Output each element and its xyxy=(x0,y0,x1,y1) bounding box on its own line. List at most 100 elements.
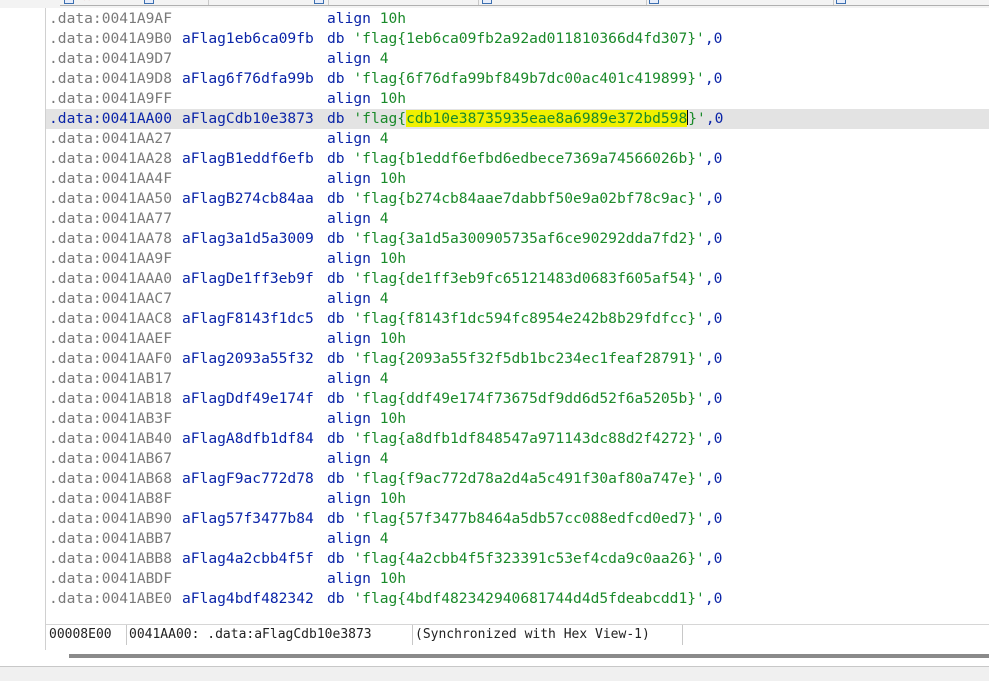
row-label[interactable]: aFlagF8143f1dc5 xyxy=(182,309,314,329)
listing-row[interactable]: .data:0041AA50 aFlagB274cb84aa db 'flag{b2… xyxy=(46,189,989,209)
row-instruction: db 'flag{2093a55f32f5db1bc234ec1feaf2879… xyxy=(327,349,722,369)
listing-row[interactable]: .data:0041AB67 align 4 xyxy=(46,449,989,469)
close-icon[interactable]: ✕ xyxy=(78,0,91,4)
row-instruction: align 10h xyxy=(327,249,406,269)
listing-row[interactable]: .data:0041AB90 aFlag57f3477b84 db 'flag{57… xyxy=(46,509,989,529)
row-mnemonic: align xyxy=(327,90,371,107)
listing-row[interactable]: .data:0041AB8F align 10h xyxy=(46,489,989,509)
listing-row[interactable]: .data:0041AB3F align 10h xyxy=(46,409,989,429)
horizontal-scrollbar[interactable] xyxy=(46,646,989,662)
row-address: .data:0041AB67 xyxy=(49,450,173,467)
listing-row[interactable]: .data:0041AAEF align 10h xyxy=(46,329,989,349)
row-label[interactable]: aFlag6f76dfa99b xyxy=(182,69,314,89)
string-prefix: 'flag{ xyxy=(353,70,407,87)
listing-row[interactable]: .data:0041A9AF align 10h xyxy=(46,9,989,29)
view-tab-pseudocode-c[interactable] xyxy=(310,0,479,6)
row-mnemonic: db xyxy=(327,310,345,327)
listing-row[interactable]: .data:0041AAC7 align 4 xyxy=(46,289,989,309)
string-terminator: ,0 xyxy=(704,30,723,47)
row-address: .data:0041AA28 xyxy=(49,150,173,167)
row-address: .data:0041A9AF xyxy=(49,10,173,27)
flag-value: 4bdf482342940681744d4d5fdeabcdd1 xyxy=(406,590,688,607)
listing-row[interactable]: .data:0041AA28 aFlagB1eddf6efb db 'flag{b1… xyxy=(46,149,989,169)
view-tab-hex-view[interactable] xyxy=(832,0,989,6)
flag-value: 3a1d5a300905735af6ce90292dda7fd2 xyxy=(406,230,688,247)
string-suffix: }' xyxy=(687,190,705,207)
row-label[interactable]: aFlag3a1d5a3009 xyxy=(182,229,314,249)
listing-row[interactable]: .data:0041ABDF align 10h xyxy=(46,569,989,589)
row-address: .data:0041AAF0 xyxy=(49,350,173,367)
string-suffix: }' xyxy=(687,470,705,487)
row-mnemonic: db xyxy=(327,470,345,487)
string-suffix: }' xyxy=(687,390,705,407)
listing-row[interactable]: .data:0041A9B0 aFlag1eb6ca09fb db 'flag{1e… xyxy=(46,29,989,49)
row-instruction: align 4 xyxy=(327,369,389,389)
row-label[interactable]: aFlagDdf49e174f xyxy=(182,389,314,409)
string-prefix: 'flag{ xyxy=(353,470,407,487)
string-suffix: }' xyxy=(687,270,705,287)
row-label[interactable]: aFlag1eb6ca09fb xyxy=(182,29,314,49)
row-mnemonic: db xyxy=(327,350,345,367)
string-suffix: }' xyxy=(687,590,705,607)
row-label[interactable]: aFlagB1eddf6efb xyxy=(182,149,314,169)
string-terminator: ,0 xyxy=(704,550,723,567)
flag-value: ddf49e174f73675df9dd6d52f6a5205b xyxy=(406,390,688,407)
listing-row[interactable]: .data:0041AAC8 aFlagF8143f1dc5 db 'flag{f8… xyxy=(46,309,989,329)
row-address: .data:0041A9D7 xyxy=(49,50,173,67)
listing-row[interactable]: .data:0041AB18 aFlagDdf49e174f db 'flag{dd… xyxy=(46,389,989,409)
row-label[interactable]: aFlag4a2cbb4f5f xyxy=(182,549,314,569)
row-mnemonic: align xyxy=(327,170,371,187)
listing-row[interactable]: .data:0041AAA0 aFlagDe1ff3eb9f db 'flag{de… xyxy=(46,269,989,289)
row-instruction: align 4 xyxy=(327,449,389,469)
row-label[interactable]: aFlagCdb10e3873 xyxy=(182,109,314,129)
listing-row[interactable]: .data:0041AA9F align 10h xyxy=(46,249,989,269)
row-operand: 4 xyxy=(379,450,389,467)
listing-row[interactable]: .data:0041ABB8 aFlag4a2cbb4f5f db 'flag{4a… xyxy=(46,549,989,569)
arrows-gutter[interactable] xyxy=(0,8,46,650)
listing-row[interactable]: .data:0041A9D8 aFlag6f76dfa99b db 'flag{6f… xyxy=(46,69,989,89)
row-mnemonic: db xyxy=(327,270,345,287)
row-label[interactable]: aFlag2093a55f32 xyxy=(182,349,314,369)
scrollbar-thumb[interactable] xyxy=(69,654,989,658)
row-mnemonic: align xyxy=(327,330,371,347)
listing-row[interactable]: .data:0041AB68 aFlagF9ac772d78 db 'flag{f9… xyxy=(46,469,989,489)
row-label[interactable]: aFlag4bdf482342 xyxy=(182,589,314,609)
listing-row-current[interactable]: .data:0041AA00 aFlagCdb10e3873 db 'flag{cd… xyxy=(46,109,989,129)
row-label[interactable]: aFlagA8dfb1df84 xyxy=(182,429,314,449)
string-terminator: ,0 xyxy=(704,390,723,407)
string-suffix: }' xyxy=(687,150,705,167)
listing-row[interactable]: .data:0041AA27 align 4 xyxy=(46,129,989,149)
listing-row[interactable]: .data:0041AA78 aFlag3a1d5a3009 db 'flag{3a… xyxy=(46,229,989,249)
row-operand: 4 xyxy=(379,130,389,147)
view-tab-pseudocode-b[interactable] xyxy=(140,0,329,6)
listing-row[interactable]: .data:0041ABB7 align 4 xyxy=(46,529,989,549)
disassembly-listing[interactable]: .data:0041A9AF align 10h .data:0041A9B0 aFl… xyxy=(46,9,989,621)
row-operand: 10h xyxy=(379,170,407,187)
row-instruction: align 10h xyxy=(327,169,406,189)
status-location: 0041AA00: .data:aFlagCdb10e3873 xyxy=(126,625,413,645)
listing-row[interactable]: .data:0041AA77 align 4 xyxy=(46,209,989,229)
row-address: .data:0041AAC7 xyxy=(49,290,173,307)
row-address: .data:0041A9D8 xyxy=(49,70,173,87)
string-prefix: 'flag{ xyxy=(353,110,407,127)
row-label[interactable]: aFlagF9ac772d78 xyxy=(182,469,314,489)
row-address: .data:0041AB3F xyxy=(49,410,173,427)
string-terminator: ,0 xyxy=(704,270,723,287)
view-tab-strings[interactable] xyxy=(645,0,834,6)
row-address: .data:0041AB68 xyxy=(49,470,173,487)
listing-row[interactable]: .data:0041AA4F align 10h xyxy=(46,169,989,189)
listing-row[interactable]: .data:0041AB17 align 4 xyxy=(46,369,989,389)
listing-row[interactable]: .data:0041AAF0 aFlag2093a55f32 db 'flag{20… xyxy=(46,349,989,369)
string-suffix: }' xyxy=(687,70,705,87)
row-label[interactable]: aFlag57f3477b84 xyxy=(182,509,314,529)
row-label[interactable]: aFlagDe1ff3eb9f xyxy=(182,269,314,289)
row-label[interactable]: aFlagB274cb84aa xyxy=(182,189,314,209)
listing-row[interactable]: .data:0041ABE0 aFlag4bdf482342 db 'flag{4b… xyxy=(46,589,989,609)
string-terminator: ,0 xyxy=(704,510,723,527)
listing-row[interactable]: .data:0041AB40 aFlagA8dfb1df84 db 'flag{a8… xyxy=(46,429,989,449)
listing-status-bar: 00008E00 0041AA00: .data:aFlagCdb10e3873… xyxy=(46,624,989,645)
pseudocode-view-icon xyxy=(314,0,324,4)
listing-row[interactable]: .data:0041A9FF align 10h xyxy=(46,89,989,109)
listing-row[interactable]: .data:0041A9D7 align 4 xyxy=(46,49,989,69)
view-tab-pseudocode-d[interactable] xyxy=(478,0,647,6)
